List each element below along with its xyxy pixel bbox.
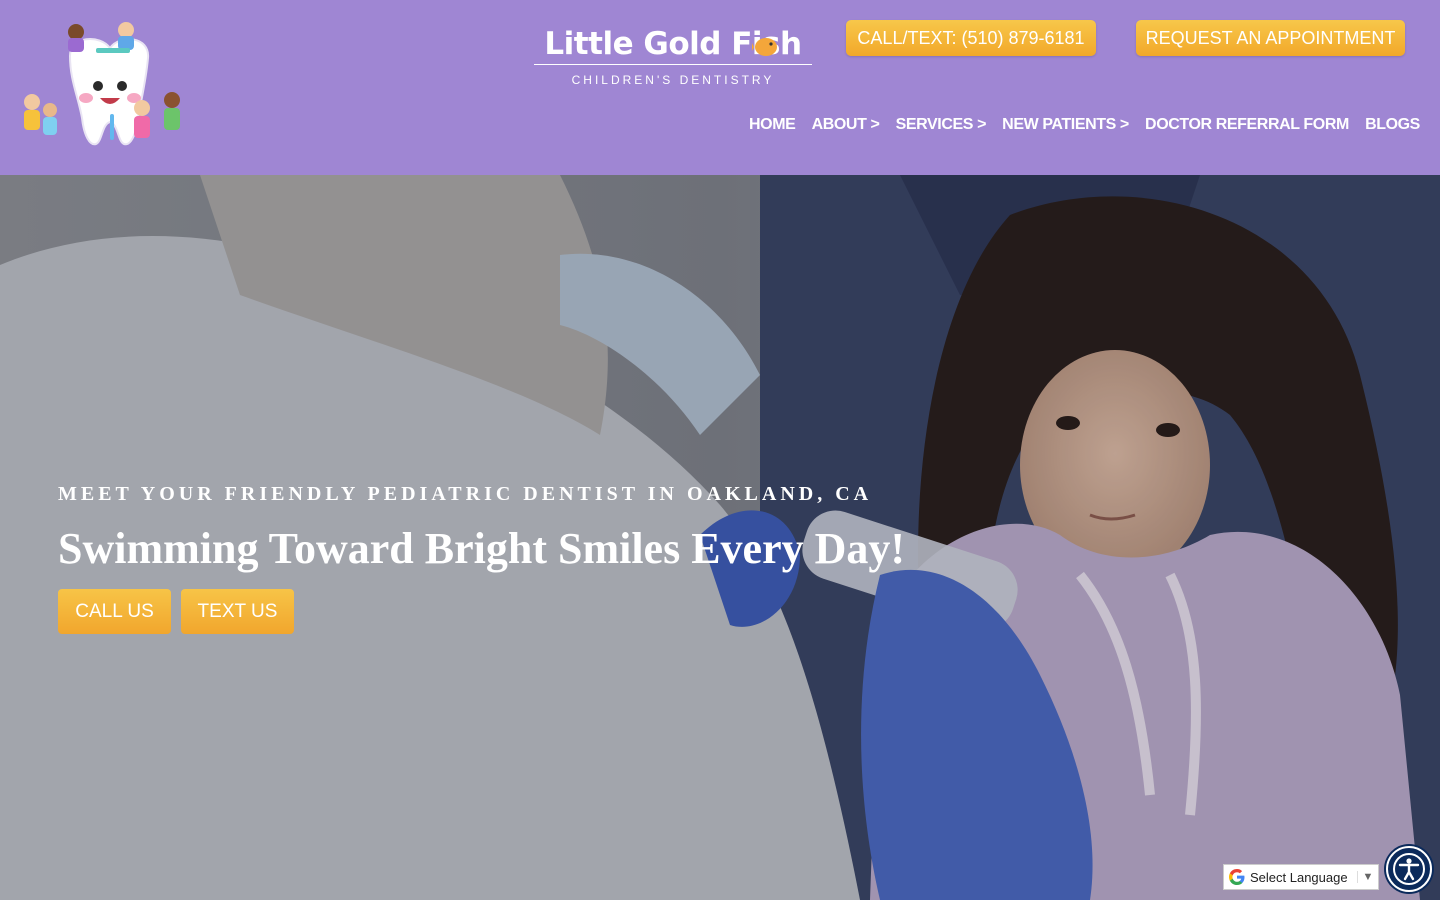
nav-about[interactable]: ABOUT >: [812, 116, 880, 138]
brand-name: Little Gold Fish: [534, 26, 812, 65]
tooth-mascot-logo[interactable]: [18, 18, 188, 158]
brand-tagline: CHILDREN'S DENTISTRY: [571, 73, 775, 87]
brand-name-left: Little Gold Fi: [544, 26, 763, 62]
call-text-button[interactable]: CALL/TEXT: (510) 879-6181: [846, 20, 1096, 56]
nav-new-patients[interactable]: NEW PATIENTS >: [1002, 116, 1129, 138]
goldfish-icon: [752, 38, 777, 56]
main-nav: HOME ABOUT > SERVICES > NEW PATIENTS > D…: [749, 116, 1420, 138]
language-label: Select Language: [1250, 869, 1348, 885]
call-us-button[interactable]: CALL US: [58, 589, 171, 634]
google-g-icon: [1224, 865, 1250, 889]
nav-blogs[interactable]: BLOGS: [1365, 116, 1420, 138]
text-us-button[interactable]: TEXT US: [181, 589, 294, 634]
hero-eyebrow: MEET YOUR FRIENDLY PEDIATRIC DENTIST IN …: [58, 483, 873, 505]
nav-services[interactable]: SERVICES >: [896, 116, 987, 138]
chevron-down-icon: ▼: [1357, 871, 1378, 883]
nav-home[interactable]: HOME: [749, 116, 796, 138]
hero-section: MEET YOUR FRIENDLY PEDIATRIC DENTIST IN …: [0, 175, 1440, 900]
accessibility-icon: [1393, 853, 1425, 885]
site-header: Little Gold Fish CHILDREN'S DENTISTRY CA…: [0, 0, 1440, 175]
nav-doctor-referral-form[interactable]: DOCTOR REFERRAL FORM: [1145, 116, 1349, 138]
brand-logo[interactable]: Little Gold Fish CHILDREN'S DENTISTRY: [534, 26, 812, 92]
hero-title: Swimming Toward Bright Smiles Every Day!: [58, 524, 906, 573]
request-appointment-button[interactable]: REQUEST AN APPOINTMENT: [1136, 20, 1405, 56]
language-selector[interactable]: Select Language ▼: [1223, 864, 1379, 890]
accessibility-button[interactable]: [1386, 846, 1432, 892]
